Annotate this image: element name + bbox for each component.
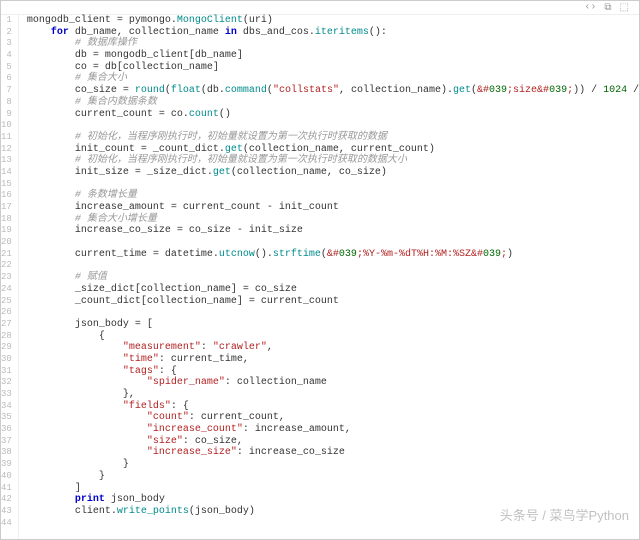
line-number: 10 (1, 120, 12, 132)
line-number: 25 (1, 296, 12, 308)
line-number: 27 (1, 319, 12, 331)
code-line: current_time = datetime.utcnow().strftim… (27, 249, 640, 261)
code-line: init_size = _size_dict.get(collection_na… (27, 167, 640, 179)
line-number: 35 (1, 412, 12, 424)
code-line: current_count = co.count() (27, 109, 640, 121)
line-number: 31 (1, 366, 12, 378)
code-line: "measurement": "crawler", (27, 342, 640, 354)
line-number: 22 (1, 260, 12, 272)
line-number: 8 (1, 97, 12, 109)
code-line: increase_amount = current_count - init_c… (27, 202, 640, 214)
code-line: "increase_count": increase_amount, (27, 424, 640, 436)
code-line: print json_body (27, 494, 640, 506)
line-number: 14 (1, 167, 12, 179)
editor-toolbar: ‹› ⧉ ⬚ (1, 1, 639, 15)
code-line: # 集合大小增长量 (27, 214, 640, 226)
line-number: 44 (1, 518, 12, 530)
code-line: _size_dict[collection_name] = co_size (27, 284, 640, 296)
code-line: } (27, 459, 640, 471)
line-number: 5 (1, 62, 12, 74)
line-number: 42 (1, 494, 12, 506)
code-line: "fields": { (27, 401, 640, 413)
code-line: db = mongodb_client[db_name] (27, 50, 640, 62)
line-number: 43 (1, 506, 12, 518)
code-line: "tags": { (27, 366, 640, 378)
line-number: 21 (1, 249, 12, 261)
code-line: "spider_name": collection_name (27, 377, 640, 389)
line-number: 3 (1, 38, 12, 50)
line-number: 32 (1, 377, 12, 389)
code-line: "time": current_time, (27, 354, 640, 366)
code-line (27, 260, 640, 272)
line-number: 19 (1, 225, 12, 237)
code-line: # 条数增长量 (27, 190, 640, 202)
line-number: 1 (1, 15, 12, 27)
line-number: 23 (1, 272, 12, 284)
code-line: for db_name, collection_name in dbs_and_… (27, 27, 640, 39)
line-number: 18 (1, 214, 12, 226)
line-number: 39 (1, 459, 12, 471)
code-line: # 初始化，当程序刚执行时，初始量就设置为第一次执行时获取的数据大小 (27, 155, 640, 167)
code-line: } (27, 471, 640, 483)
code-line: mongodb_client = pymongo.MongoClient(uri… (27, 15, 640, 27)
code-editor[interactable]: mongodb_client = pymongo.MongoClient(uri… (19, 15, 640, 539)
line-number: 4 (1, 50, 12, 62)
line-number: 28 (1, 331, 12, 343)
line-number: 36 (1, 424, 12, 436)
line-number: 37 (1, 436, 12, 448)
expand-icon[interactable]: ⬚ (620, 2, 629, 14)
line-number: 2 (1, 27, 12, 39)
code-line: _count_dict[collection_name] = current_c… (27, 296, 640, 308)
code-line: # 集合内数据条数 (27, 97, 640, 109)
line-number: 11 (1, 132, 12, 144)
line-number: 24 (1, 284, 12, 296)
code-line: # 初始化，当程序刚执行时，初始量就设置为第一次执行时获取的数据 (27, 132, 640, 144)
code-line: json_body = [ (27, 319, 640, 331)
line-number: 41 (1, 483, 12, 495)
code-line: ] (27, 483, 640, 495)
line-number: 20 (1, 237, 12, 249)
line-number: 38 (1, 447, 12, 459)
code-line: { (27, 331, 640, 343)
line-number: 33 (1, 389, 12, 401)
code-area: 1234567891011121314151617181920212223242… (1, 15, 639, 539)
code-line: init_count = _count_dict.get(collection_… (27, 144, 640, 156)
line-gutter: 1234567891011121314151617181920212223242… (1, 15, 19, 539)
line-number: 40 (1, 471, 12, 483)
line-number: 7 (1, 85, 12, 97)
line-number: 17 (1, 202, 12, 214)
copy-icon[interactable]: ⧉ (604, 2, 611, 14)
code-line: "count": current_count, (27, 412, 640, 424)
code-line (27, 179, 640, 191)
code-line: "size": co_size, (27, 436, 640, 448)
line-number: 15 (1, 179, 12, 191)
line-number: 26 (1, 307, 12, 319)
line-number: 9 (1, 109, 12, 121)
code-line: # 赋值 (27, 272, 640, 284)
code-line (27, 120, 640, 132)
code-line: }, (27, 389, 640, 401)
code-line: # 集合大小 (27, 73, 640, 85)
code-line: "increase_size": increase_co_size (27, 447, 640, 459)
code-line (27, 518, 640, 530)
code-icon[interactable]: ‹› (584, 2, 596, 13)
code-line: # 数据库操作 (27, 38, 640, 50)
line-number: 13 (1, 155, 12, 167)
code-line (27, 307, 640, 319)
line-number: 34 (1, 401, 12, 413)
code-line: client.write_points(json_body) (27, 506, 640, 518)
line-number: 12 (1, 144, 12, 156)
line-number: 16 (1, 190, 12, 202)
code-line: co = db[collection_name] (27, 62, 640, 74)
line-number: 6 (1, 73, 12, 85)
code-line: increase_co_size = co_size - init_size (27, 225, 640, 237)
line-number: 30 (1, 354, 12, 366)
code-line: co_size = round(float(db.command("collst… (27, 85, 640, 97)
code-line (27, 237, 640, 249)
line-number: 29 (1, 342, 12, 354)
